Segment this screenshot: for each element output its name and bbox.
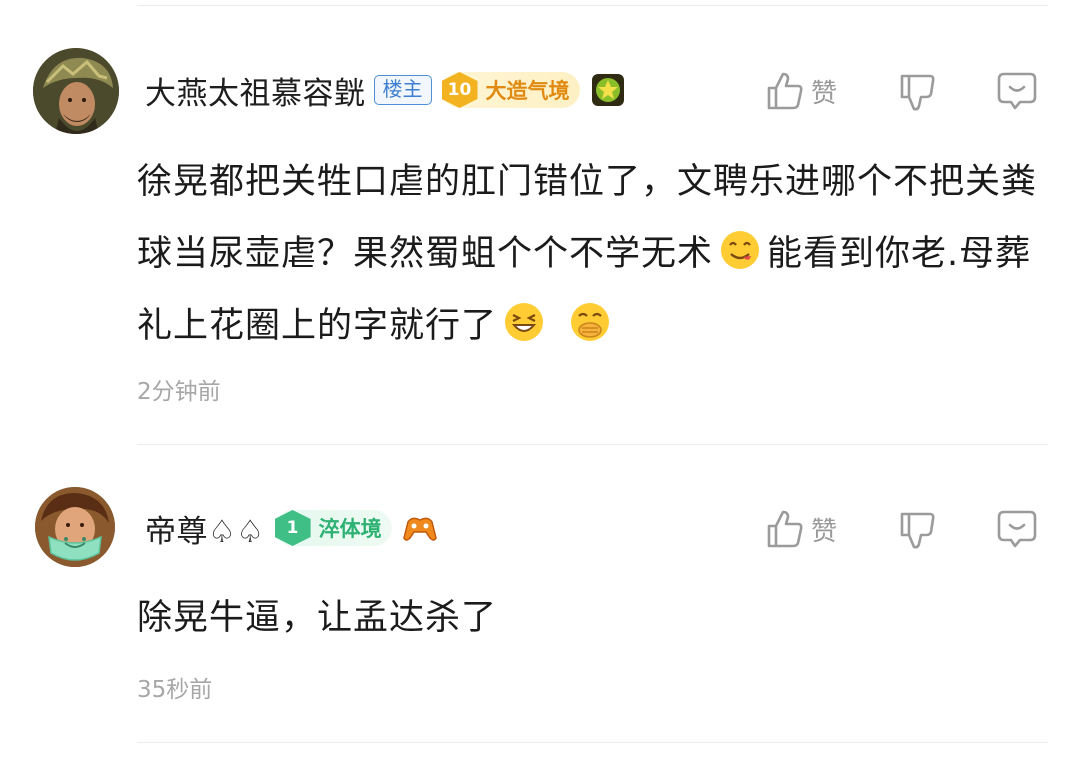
comment-time: 35秒前 [137, 677, 213, 703]
like-label: 赞 [811, 516, 838, 547]
username[interactable]: 帝尊♤♤ [145, 506, 265, 551]
thumbs-down-icon [900, 512, 935, 549]
owner-badge: 楼主 [373, 75, 432, 105]
like-label: 赞 [811, 78, 838, 109]
yum-face-icon [719, 229, 761, 271]
comment-text: 徐晃都把关牲口虐的肛门错位了，文聘乐进哪个不把关粪球当尿壶虐？果然蜀蛆个个不学无… [137, 146, 1037, 362]
reply-bubble-icon [997, 72, 1037, 110]
level-title: 淬体境 [318, 517, 382, 541]
gamepad-icon [402, 510, 438, 546]
avatar[interactable] [33, 48, 119, 134]
username[interactable]: 大燕太祖慕容皝 [145, 68, 366, 113]
level-badge: 1 淬体境 [274, 510, 392, 546]
reply-button[interactable] [996, 66, 1038, 116]
dislike-button[interactable] [897, 66, 937, 116]
level-badge: 10 大造气境 [441, 72, 580, 108]
bottom-divider [137, 742, 1048, 743]
avatar[interactable] [35, 487, 115, 567]
like-button[interactable]: 赞 [765, 504, 837, 554]
comment-header: 大燕太祖慕容皝 楼主 10 大造气境 [145, 68, 626, 113]
face-with-hand-over-mouth-icon [569, 301, 611, 343]
level-number: 10 [441, 72, 478, 108]
level-number: 1 [274, 510, 311, 546]
thumbs-up-icon [767, 72, 803, 110]
reply-bubble-icon [997, 510, 1037, 548]
comment-text-part: 除晃牛逼，让孟达杀了 [137, 598, 498, 638]
comment-actions: 赞 [720, 504, 1080, 554]
dislike-button[interactable] [897, 504, 937, 554]
comment-divider [137, 444, 1048, 445]
comment-header: 帝尊♤♤ 1 淬体境 [145, 506, 438, 551]
comment-actions: 赞 [720, 66, 1080, 116]
grin-squint-icon [503, 301, 545, 343]
comment-text: 除晃牛逼，让孟达杀了 [137, 582, 1037, 654]
top-divider [137, 5, 1048, 6]
level-title: 大造气境 [485, 79, 570, 103]
medal-icon [590, 72, 626, 108]
like-button[interactable]: 赞 [765, 66, 837, 116]
thumbs-down-icon [900, 74, 935, 111]
comment-time: 2分钟前 [137, 379, 221, 405]
reply-button[interactable] [996, 504, 1038, 554]
thumbs-up-icon [767, 510, 803, 548]
